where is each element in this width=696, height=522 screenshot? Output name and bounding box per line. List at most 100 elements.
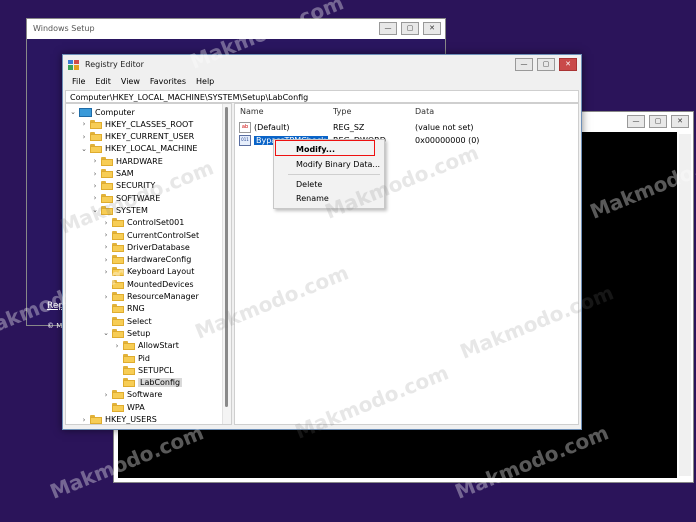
- chevron-right-icon[interactable]: ›: [102, 268, 110, 276]
- chevron-right-icon[interactable]: ›: [91, 182, 99, 190]
- tree-node[interactable]: ⌄ Computer: [69, 106, 135, 118]
- menu-item-rename[interactable]: Rename: [296, 194, 329, 203]
- menu-item-delete[interactable]: Delete: [296, 180, 322, 189]
- minimize-icon[interactable]: —: [515, 58, 533, 71]
- tree-node[interactable]: › CurrentControlSet: [102, 229, 199, 241]
- minimize-icon[interactable]: —: [379, 22, 397, 35]
- minimize-icon[interactable]: —: [627, 115, 645, 128]
- column-name[interactable]: Name: [240, 107, 264, 116]
- tree-node[interactable]: RNG: [102, 303, 145, 315]
- tree-node[interactable]: Pid: [113, 352, 150, 364]
- folder-icon: [101, 205, 113, 215]
- tree-node[interactable]: › DriverDatabase: [102, 241, 190, 253]
- chevron-down-icon[interactable]: ⌄: [102, 329, 110, 337]
- tree-node-label: SETUPCL: [138, 365, 174, 375]
- tree-node[interactable]: ⌄ HKEY_LOCAL_MACHINE: [80, 143, 197, 155]
- folder-icon: [123, 365, 135, 375]
- maximize-icon[interactable]: ▢: [401, 22, 419, 35]
- tree-node[interactable]: › AllowStart: [113, 340, 179, 352]
- chevron-right-icon[interactable]: ›: [102, 231, 110, 239]
- chevron-down-icon[interactable]: ⌄: [80, 145, 88, 153]
- setup-title: Windows Setup: [33, 24, 95, 33]
- tree-node[interactable]: › HKEY_USERS: [80, 414, 157, 424]
- chevron-right-icon[interactable]: ›: [91, 194, 99, 202]
- folder-icon: [112, 402, 124, 412]
- binary-value-icon: 011: [239, 134, 251, 146]
- tree-node[interactable]: › SOFTWARE: [91, 192, 160, 204]
- chevron-right-icon[interactable]: ›: [80, 120, 88, 128]
- tree-node[interactable]: › HKEY_CLASSES_ROOT: [80, 118, 193, 130]
- menu-help[interactable]: Help: [191, 75, 219, 89]
- tree-node-label: CurrentControlSet: [127, 230, 200, 240]
- chevron-right-icon[interactable]: ›: [102, 256, 110, 264]
- value-row[interactable]: ab (Default) REG_SZ (value not set): [239, 121, 474, 133]
- tree-scrollbar[interactable]: [222, 104, 231, 424]
- chevron-right-icon[interactable]: ›: [102, 219, 110, 227]
- folder-icon: [112, 218, 124, 228]
- tree-node[interactable]: SETUPCL: [113, 364, 174, 376]
- tree-node[interactable]: ⌄ Setup: [102, 327, 150, 339]
- folder-icon: [90, 119, 102, 129]
- folder-icon: [90, 132, 102, 142]
- maximize-icon[interactable]: ▢: [649, 115, 667, 128]
- chevron-right-icon[interactable]: ›: [91, 170, 99, 178]
- tree-node-label: Select: [127, 316, 152, 326]
- tree-node[interactable]: Select: [102, 315, 152, 327]
- folder-icon: [101, 156, 113, 166]
- menu-file[interactable]: File: [67, 75, 90, 89]
- maximize-icon[interactable]: ▢: [537, 58, 555, 71]
- close-icon[interactable]: ✕: [559, 58, 577, 71]
- tree-node-label: Pid: [138, 353, 150, 363]
- tree-node[interactable]: › ResourceManager: [102, 291, 199, 303]
- value-data: 0x00000000 (0): [415, 135, 480, 145]
- tree-node[interactable]: › ControlSet001: [102, 217, 184, 229]
- tree-node[interactable]: › Keyboard Layout: [102, 266, 194, 278]
- tree-node[interactable]: › SECURITY: [91, 180, 155, 192]
- registry-tree[interactable]: ⌄ Computer › HKEY_CLASSES_ROOT › HKEY_CURRENT…: [65, 103, 232, 425]
- tree-node[interactable]: LabConfig: [113, 377, 183, 389]
- chevron-right-icon[interactable]: ›: [102, 391, 110, 399]
- tree-node[interactable]: ⌄ SYSTEM: [91, 204, 148, 216]
- column-type[interactable]: Type: [333, 107, 351, 116]
- chevron-right-icon[interactable]: ›: [102, 243, 110, 251]
- menu-separator: [288, 174, 380, 175]
- value-name: (Default): [254, 122, 290, 132]
- menu-bar: File Edit View Favorites Help: [63, 75, 581, 89]
- folder-icon: [112, 230, 124, 240]
- menu-favorites[interactable]: Favorites: [145, 75, 191, 89]
- tree-node[interactable]: › Software: [102, 389, 162, 401]
- column-data[interactable]: Data: [415, 107, 434, 116]
- tree-node[interactable]: › SAM: [91, 168, 134, 180]
- folder-icon: [123, 378, 135, 388]
- chevron-right-icon[interactable]: ›: [113, 342, 121, 350]
- tree-node[interactable]: › HKEY_CURRENT_USER: [80, 131, 194, 143]
- regedit-title: Registry Editor: [85, 60, 144, 69]
- chevron-right-icon[interactable]: ›: [80, 133, 88, 141]
- chevron-down-icon[interactable]: ⌄: [69, 108, 77, 116]
- menu-item-modify-binary[interactable]: Modify Binary Data...: [296, 160, 380, 169]
- tree-node[interactable]: MountedDevices: [102, 278, 194, 290]
- chevron-right-icon[interactable]: ›: [91, 157, 99, 165]
- tree-node[interactable]: › HARDWARE: [91, 155, 163, 167]
- close-icon[interactable]: ✕: [423, 22, 441, 35]
- tree-node-label: HKEY_USERS: [105, 415, 157, 424]
- setup-titlebar: Windows Setup — ▢ ✕: [27, 19, 445, 39]
- registry-editor-icon: [68, 60, 79, 70]
- address-bar[interactable]: Computer\HKEY_LOCAL_MACHINE\SYSTEM\Setup…: [65, 90, 579, 103]
- regedit-titlebar: Registry Editor — ▢ ✕: [63, 55, 581, 75]
- console-scrollbar[interactable]: [679, 134, 691, 476]
- menu-edit[interactable]: Edit: [90, 75, 116, 89]
- folder-icon: [112, 328, 124, 338]
- chevron-right-icon[interactable]: ›: [102, 293, 110, 301]
- tree-node-label: LabConfig: [138, 378, 183, 388]
- tree-node-label: HKEY_CURRENT_USER: [105, 132, 195, 142]
- folder-icon: [123, 341, 135, 351]
- menu-view[interactable]: View: [116, 75, 145, 89]
- folder-icon: [112, 255, 124, 265]
- tree-node[interactable]: › HardwareConfig: [102, 254, 191, 266]
- chevron-down-icon[interactable]: ⌄: [91, 206, 99, 214]
- folder-icon: [112, 292, 124, 301]
- tree-node[interactable]: WPA: [102, 401, 145, 413]
- chevron-right-icon[interactable]: ›: [80, 416, 88, 424]
- close-icon[interactable]: ✕: [671, 115, 689, 128]
